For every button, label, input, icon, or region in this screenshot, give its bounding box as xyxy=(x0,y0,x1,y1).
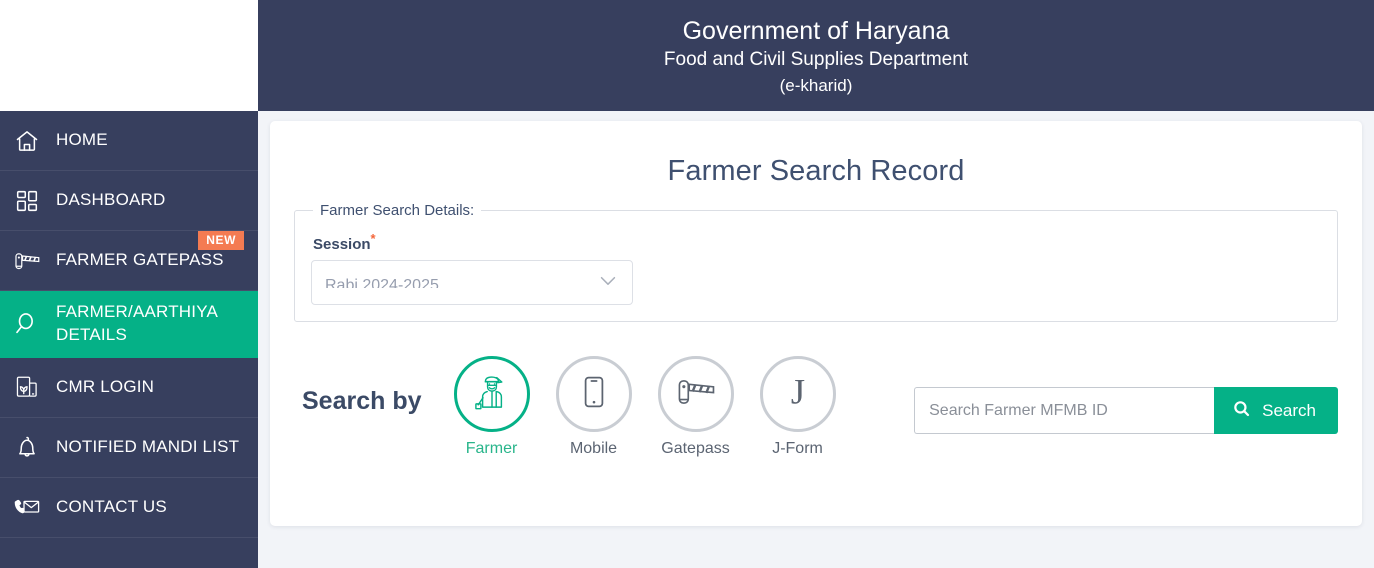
sidebar-item-label: CONTACT US xyxy=(56,496,167,516)
search-group: Search xyxy=(914,387,1338,434)
grain-document-icon xyxy=(12,372,42,402)
search-by-label: Search by xyxy=(302,387,422,415)
magnifier-icon xyxy=(12,309,42,339)
search-button-label: Search xyxy=(1262,400,1316,420)
phone-envelope-icon xyxy=(12,492,42,522)
header-subtitle-secondary: (e-kharid) xyxy=(779,76,853,96)
required-asterisk: * xyxy=(370,231,376,246)
sidebar-nav: HOME DASHBOARD NEW FARMER GATEPASS FARME… xyxy=(0,111,258,568)
mobile-phone-icon xyxy=(573,371,615,418)
page-title: Farmer Search Record xyxy=(667,155,965,187)
sidebar: HOME DASHBOARD NEW FARMER GATEPASS FARME… xyxy=(0,0,258,568)
search-mode-gatepass[interactable]: Gatepass xyxy=(656,356,736,458)
fieldset-legend: Farmer Search Details: xyxy=(320,202,475,219)
search-mode-farmer-circle[interactable] xyxy=(453,356,530,432)
search-mode-gatepass-circle[interactable] xyxy=(657,356,734,432)
search-mode-j-form[interactable]: J J-Form xyxy=(758,356,838,458)
sidebar-item-label: DASHBOARD xyxy=(56,190,166,210)
session-label: Session* xyxy=(313,231,376,253)
sidebar-item-notified-mandi-list[interactable]: NOTIFIED MANDI LIST xyxy=(0,418,258,478)
barrier-gate-icon xyxy=(673,372,719,417)
header-title: Government of Haryana xyxy=(682,17,950,46)
sidebar-item-farmer-gatepass[interactable]: NEW FARMER GATEPASS xyxy=(0,231,258,291)
svg-text:J: J xyxy=(790,371,804,411)
search-mode-farmer[interactable]: Farmer xyxy=(452,356,532,458)
search-mode-j-form-circle[interactable]: J xyxy=(759,356,836,432)
search-mode-mobile-circle[interactable] xyxy=(555,356,632,432)
main-area: Government of Haryana Food and Civil Sup… xyxy=(258,0,1374,568)
sidebar-item-farmer-aarthiya-details[interactable]: FARMER/AARTHIYA DETAILS xyxy=(0,291,258,358)
content-area: Farmer Search Record Farmer Search Detai… xyxy=(258,111,1374,568)
sidebar-item-cmr-login[interactable]: CMR LOGIN xyxy=(0,358,258,418)
sidebar-item-contact-us[interactable]: CONTACT US xyxy=(0,478,258,538)
sidebar-item-label: FARMER GATEPASS xyxy=(56,250,224,270)
farmer-search-card: Farmer Search Record Farmer Search Detai… xyxy=(270,121,1362,526)
bell-icon xyxy=(12,432,42,462)
sidebar-item-label: FARMER/AARTHIYA DETAILS xyxy=(56,302,218,344)
search-mode-mobile[interactable]: Mobile xyxy=(554,356,634,458)
dashboard-icon xyxy=(12,186,42,216)
search-mode-label: Mobile xyxy=(569,440,618,457)
search-input[interactable] xyxy=(914,387,1215,434)
session-select-box[interactable]: Rabi 2024-2025 xyxy=(311,260,633,305)
farmer-icon xyxy=(469,369,515,420)
search-mode-label: Gatepass xyxy=(661,440,730,457)
session-selected-value-clip: Rabi 2024-2025 xyxy=(325,278,592,288)
session-label-text: Session xyxy=(313,236,371,253)
barrier-gate-icon xyxy=(12,246,42,276)
site-header: Government of Haryana Food and Civil Sup… xyxy=(258,0,1374,111)
j-form-icon: J xyxy=(775,369,821,420)
sidebar-item-label: HOME xyxy=(56,130,108,150)
search-mode-label: J-Form xyxy=(772,440,823,457)
search-mode-label: Farmer xyxy=(465,440,518,457)
header-subtitle: Food and Civil Supplies Department xyxy=(663,48,969,70)
sidebar-item-dashboard[interactable]: DASHBOARD xyxy=(0,171,258,231)
session-selected-value: Rabi 2024-2025 xyxy=(325,277,439,288)
app-root: HOME DASHBOARD NEW FARMER GATEPASS FARME… xyxy=(0,0,1374,568)
search-by-row: Search by Farmer Mobile Gatepass J J-For… xyxy=(294,346,1338,458)
session-select[interactable]: Rabi 2024-2025 xyxy=(311,260,633,305)
sidebar-item-home[interactable]: HOME xyxy=(0,111,258,171)
sidebar-item-label: NOTIFIED MANDI LIST xyxy=(56,436,240,456)
sidebar-logo-area xyxy=(0,0,258,111)
search-button[interactable]: Search xyxy=(1214,387,1338,434)
search-icon xyxy=(1232,399,1251,423)
farmer-search-details-fieldset: Farmer Search Details: Session* Rabi 202… xyxy=(294,202,1338,322)
search-mode-group: Farmer Mobile Gatepass J J-Form xyxy=(452,356,838,458)
new-badge: NEW xyxy=(198,231,244,250)
home-icon xyxy=(12,126,42,156)
sidebar-item-label: CMR LOGIN xyxy=(56,376,155,396)
